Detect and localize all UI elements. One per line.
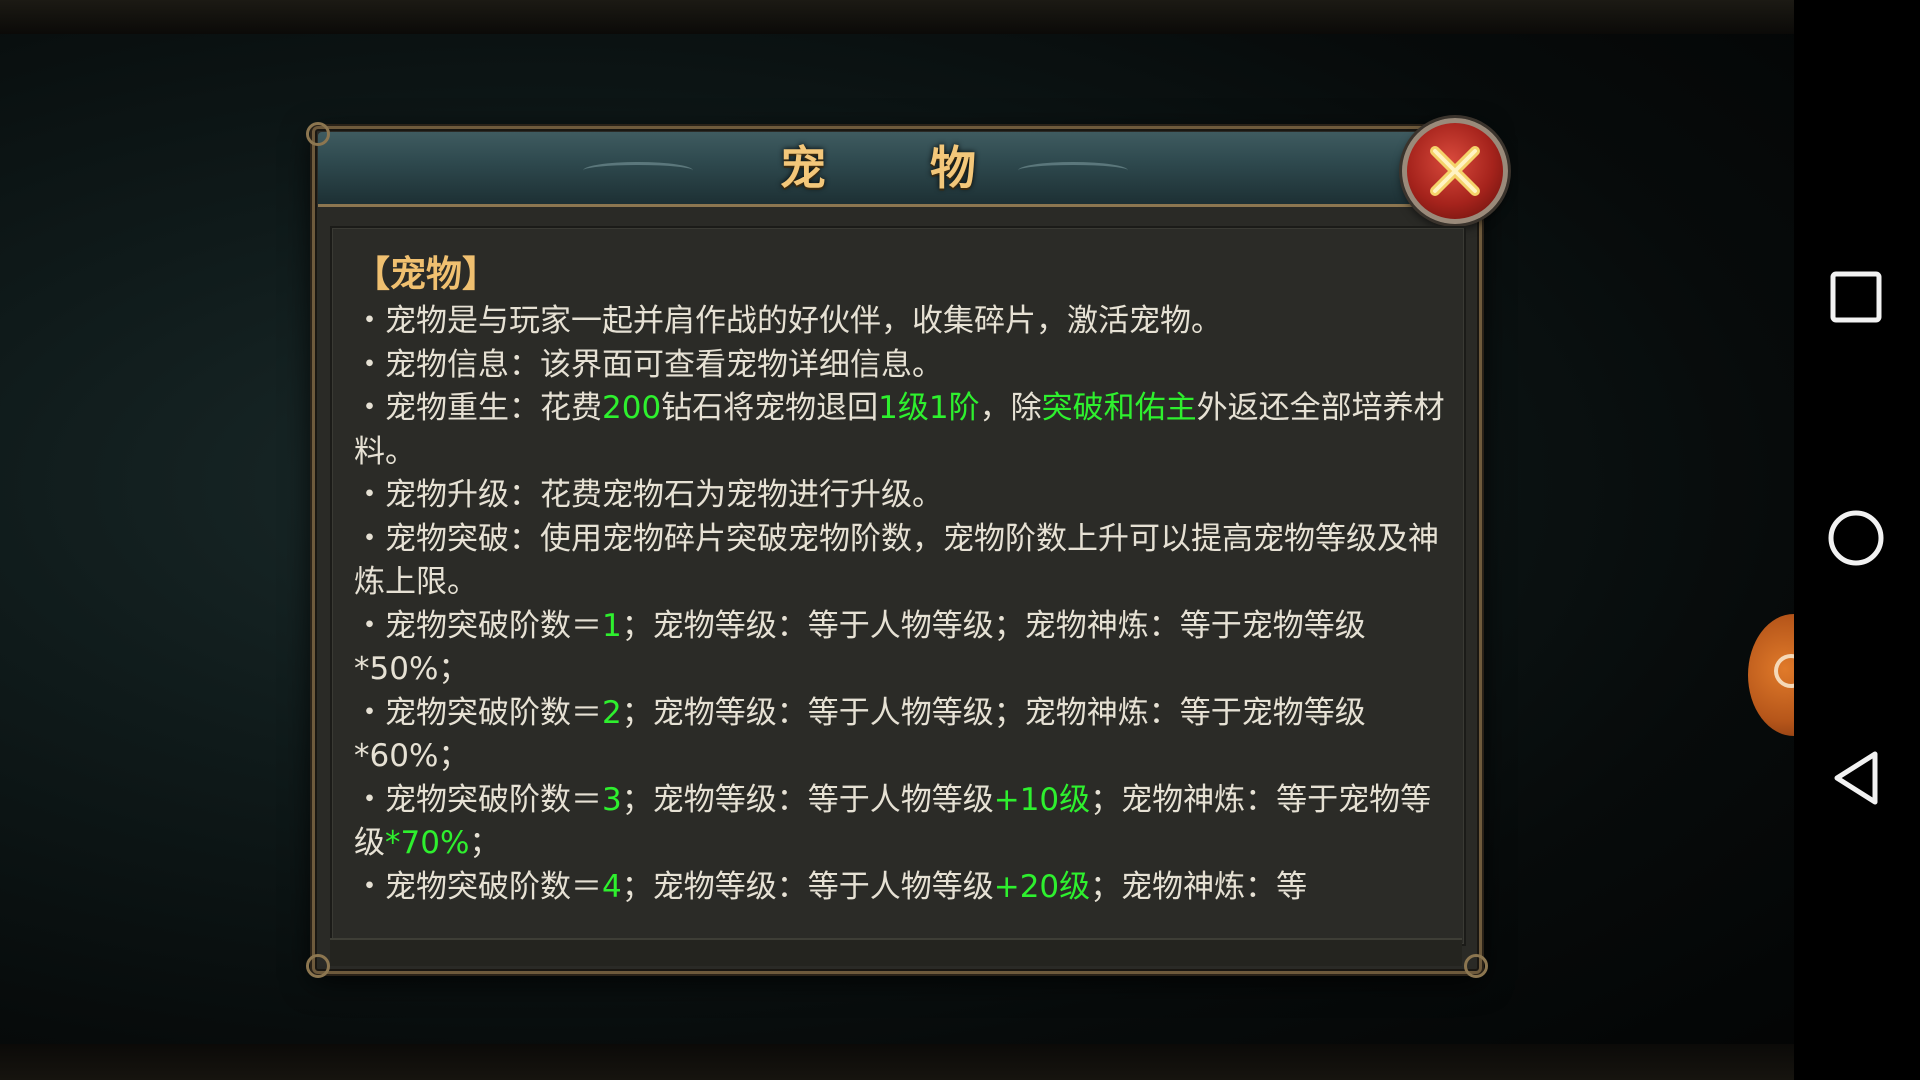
highlight-text: 2 (602, 694, 622, 731)
pet-help-dialog: 宠 物 【宠物】 ・宠物是与玩家一起并肩作战的好伙伴，收集碎片，激活宠物。 ・宠物… (306, 118, 1508, 978)
line-text: ・宠物重生：花费 (354, 390, 602, 426)
line-text: ・宠物是与玩家一起并肩作战的好伙伴，收集碎片，激活宠物。 (354, 303, 1222, 339)
swirl-icon (1774, 654, 1794, 688)
line-text: ； (469, 825, 501, 861)
highlight-text: 200 (602, 390, 662, 426)
scene-bottom-strip (0, 1044, 1794, 1080)
line-text: ・宠物信息：该界面可查看宠物详细信息。 (354, 346, 943, 383)
line-text: 钻石将宠物退回 (661, 390, 879, 426)
dialog-title-bar: 宠 物 (318, 132, 1438, 207)
line-text: ・宠物突破：使用宠物碎片突破宠物阶数，宠物阶数上升可以提高宠物等级及神炼上限。 (354, 520, 1439, 601)
line-text: ・宠物突破阶数＝ (354, 694, 602, 731)
line-text: ，除 (979, 390, 1042, 426)
recent-apps-button[interactable] (1794, 258, 1920, 338)
home-button[interactable] (1794, 498, 1920, 578)
help-line: ・宠物重生：花费200钻石将宠物退回1级1阶，除突破和佑主外返还全部培养材料。 (354, 387, 1446, 474)
highlight-text: 1 (602, 607, 622, 644)
corner-ornament-br (1464, 954, 1488, 978)
corner-ornament-bl (306, 954, 330, 978)
highlight-text: 4 (602, 868, 622, 905)
line-text: ・宠物突破阶数＝ (354, 868, 602, 905)
circle-icon (1828, 510, 1884, 566)
dialog-bottom-band (330, 938, 1462, 966)
help-text-scroll[interactable]: 【宠物】 ・宠物是与玩家一起并肩作战的好伙伴，收集碎片，激活宠物。 ・宠物信息：该… (354, 250, 1446, 909)
line-text: ；宠物等级：等于人物等级 (621, 868, 994, 905)
square-icon (1830, 271, 1882, 323)
help-line: ・宠物突破阶数＝2；宠物等级：等于人物等级；宠物神炼：等于宠物等级*60%； (354, 692, 1446, 779)
highlight-text: 1级1阶 (878, 390, 980, 426)
help-line: ・宠物信息：该界面可查看宠物详细信息。 (354, 344, 1446, 388)
dialog-title: 宠 物 (779, 141, 1020, 195)
help-line: ・宠物突破阶数＝1；宠物等级：等于人物等级；宠物神炼：等于宠物等级*50%； (354, 605, 1446, 692)
corner-ornament-tl (306, 122, 330, 146)
help-line: ・宠物突破阶数＝4；宠物等级：等于人物等级+20级；宠物神炼：等 (354, 866, 1446, 910)
highlight-text: 突破和佑主 (1041, 390, 1197, 426)
close-button[interactable] (1402, 118, 1508, 224)
back-triangle-icon (1834, 751, 1878, 805)
close-icon (1430, 146, 1480, 196)
highlight-text: 3 (602, 781, 622, 818)
back-button[interactable] (1794, 738, 1920, 818)
help-line: ・宠物升级：花费宠物石为宠物进行升级。 (354, 474, 1446, 518)
line-text: ・宠物突破阶数＝ (354, 781, 602, 818)
section-title: 【宠物】 (354, 254, 499, 295)
line-text: ；宠物等级：等于人物等级 (621, 781, 994, 818)
game-scene-background: 宠 物 【宠物】 ・宠物是与玩家一起并肩作战的好伙伴，收集碎片，激活宠物。 ・宠物… (0, 0, 1794, 1080)
help-content-panel[interactable]: 【宠物】 ・宠物是与玩家一起并肩作战的好伙伴，收集碎片，激活宠物。 ・宠物信息：该… (330, 226, 1466, 946)
help-line: ・宠物是与玩家一起并肩作战的好伙伴，收集碎片，激活宠物。 (354, 300, 1446, 344)
highlight-text: *70% (385, 825, 470, 861)
help-line: ・宠物突破：使用宠物碎片突破宠物阶数，宠物阶数上升可以提高宠物等级及神炼上限。 (354, 518, 1446, 605)
highlight-text: +20级 (993, 868, 1091, 905)
line-text: ・宠物升级：花费宠物石为宠物进行升级。 (354, 477, 943, 513)
scene-top-strip (0, 0, 1794, 34)
highlight-text: +10级 (993, 781, 1091, 818)
line-text: ；宠物神炼：等 (1090, 868, 1308, 905)
help-line: ・宠物突破阶数＝3；宠物等级：等于人物等级+10级；宠物神炼：等于宠物等级*70… (354, 779, 1446, 866)
android-nav-bar (1794, 0, 1920, 1080)
help-lines: ・宠物是与玩家一起并肩作战的好伙伴，收集碎片，激活宠物。 ・宠物信息：该界面可查看… (354, 300, 1446, 909)
line-text: ・宠物突破阶数＝ (354, 607, 602, 644)
floating-assistant-icon[interactable] (1748, 614, 1794, 736)
